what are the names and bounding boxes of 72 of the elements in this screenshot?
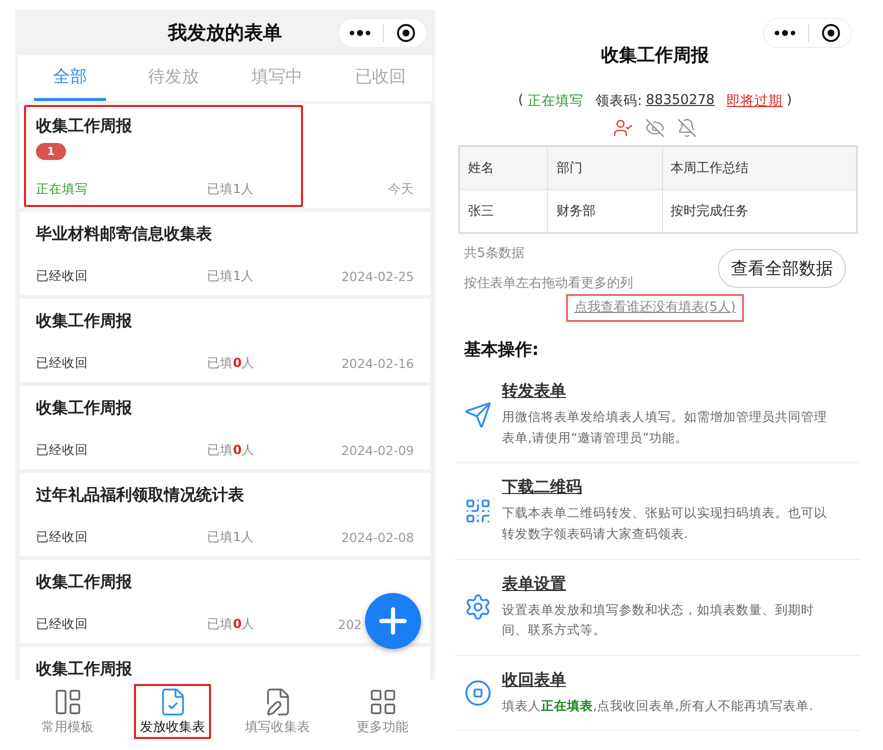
close-icon[interactable] bbox=[396, 23, 416, 43]
form-title: 收集工作周报 bbox=[36, 572, 133, 593]
action-link[interactable]: 表单设置 bbox=[502, 574, 566, 594]
count-badge: 1 bbox=[36, 143, 66, 160]
form-status: 已经收回 bbox=[36, 355, 88, 372]
send-icon bbox=[464, 400, 492, 429]
form-card[interactable]: 收集工作周报 已经收回 已填0人 2024-02-16 bbox=[20, 299, 430, 382]
form-status: 已经收回 bbox=[36, 529, 88, 546]
form-title: 收集工作周报 bbox=[36, 398, 133, 419]
form-date: 今天 bbox=[388, 181, 414, 198]
form-card[interactable]: 收集工作周报 已经收回 已填0人 2024-02-09 bbox=[20, 386, 430, 469]
column-header: 本周工作总结 bbox=[662, 146, 857, 190]
column-header: 部门 bbox=[548, 146, 662, 190]
filled-count: 已填0人 bbox=[207, 355, 255, 372]
action-description: 设置表单发放和填写参数和状态，如填表数量、到期时间、联系方式等。 bbox=[502, 600, 815, 640]
form-title: 收集工作周报 bbox=[36, 116, 133, 137]
bell-off-icon bbox=[677, 118, 697, 138]
filled-count: 已填0人 bbox=[207, 442, 255, 459]
filled-count: 已填0人 bbox=[207, 616, 255, 633]
status-text: ( bbox=[518, 92, 524, 110]
form-status: 正在填写 bbox=[36, 181, 88, 198]
page-title: 我发放的表单 bbox=[168, 20, 282, 46]
scroll-hint: 按住表单左右拖动看更多的列 bbox=[464, 275, 634, 292]
user-icon bbox=[613, 118, 633, 138]
eye-off-icon bbox=[645, 118, 665, 138]
nav-tab[interactable]: 填写收集表 bbox=[239, 684, 316, 739]
form-card[interactable]: 收集工作周报 1 正在填写 已填1人 今天 bbox=[20, 104, 430, 208]
section-title: 基本操作: bbox=[463, 339, 540, 362]
column-header: 姓名 bbox=[459, 146, 548, 190]
form-date: 2024-02-09 bbox=[341, 443, 414, 458]
nav-tab[interactable]: 发放收集表 bbox=[134, 684, 211, 739]
action-description: 填表人正在填表,点我收回表单,所有人不能再填写表单. bbox=[502, 696, 813, 715]
form-code: 88350278 bbox=[646, 92, 715, 110]
stop-icon bbox=[464, 679, 492, 708]
form-card[interactable]: 收集工作周报 已经收回 已填0人 202 bbox=[20, 560, 430, 643]
record-count: 共5条数据 bbox=[464, 245, 526, 262]
unfilled-link[interactable]: 点我查看谁还没有填表(5人) bbox=[566, 294, 744, 322]
form-card[interactable]: 收集工作周报 bbox=[20, 647, 430, 680]
form-status: 已经收回 bbox=[36, 268, 88, 285]
form-card[interactable]: 过年礼品福利领取情况统计表 已经收回 已填1人 2024-02-08 bbox=[20, 473, 430, 556]
form-title: 收集工作周报 bbox=[36, 659, 133, 680]
form-title: 收集工作周报 bbox=[601, 44, 709, 67]
form-status: 正在填写 bbox=[527, 92, 584, 110]
settings-icon bbox=[464, 593, 492, 622]
form-status: 已经收回 bbox=[36, 616, 88, 633]
action-link[interactable]: 下载二维码 bbox=[502, 477, 582, 498]
more-icon[interactable] bbox=[774, 30, 796, 36]
form-status: 已经收回 bbox=[36, 442, 88, 459]
filled-count: 已填1人 bbox=[207, 181, 254, 198]
status-text: 领表码: bbox=[595, 92, 642, 110]
action-description: 用微信将表单发给填表人填写。如需增加管理员共同管理表单,请使用“邀请管理员”功能。 bbox=[502, 408, 828, 447]
qr-code-icon bbox=[464, 496, 492, 525]
form-date: 202 bbox=[338, 617, 362, 632]
form-card[interactable]: 毕业材料邮寄信息收集表 已经收回 已填1人 2024-02-25 bbox=[20, 212, 430, 295]
form-title: 毕业材料邮寄信息收集表 bbox=[36, 224, 213, 245]
action-description: 下载本表单二维码转发、张贴可以实现扫码填表。也可以转发数字领表码请大家查码领表. bbox=[502, 504, 828, 543]
form-title: 过年礼品福利领取情况统计表 bbox=[36, 485, 245, 506]
status-text: ) bbox=[786, 92, 792, 110]
action-link[interactable]: 收回表单 bbox=[502, 670, 566, 691]
nav-tab[interactable]: 更多功能 bbox=[350, 684, 414, 739]
more-icon[interactable] bbox=[349, 30, 371, 36]
expiry-warning[interactable]: 即将过期 bbox=[726, 92, 783, 110]
filled-count: 已填1人 bbox=[207, 268, 254, 285]
form-title: 收集工作周报 bbox=[36, 311, 133, 332]
filled-count: 已填1人 bbox=[207, 529, 254, 546]
form-date: 2024-02-16 bbox=[341, 356, 414, 371]
form-date: 2024-02-25 bbox=[341, 269, 414, 284]
form-date: 2024-02-08 bbox=[341, 530, 414, 545]
nav-tab[interactable]: 常用模板 bbox=[36, 684, 100, 739]
view-all-button[interactable]: 查看全部数据 bbox=[718, 248, 846, 288]
action-link[interactable]: 转发表单 bbox=[502, 381, 566, 402]
close-icon[interactable] bbox=[821, 23, 841, 43]
